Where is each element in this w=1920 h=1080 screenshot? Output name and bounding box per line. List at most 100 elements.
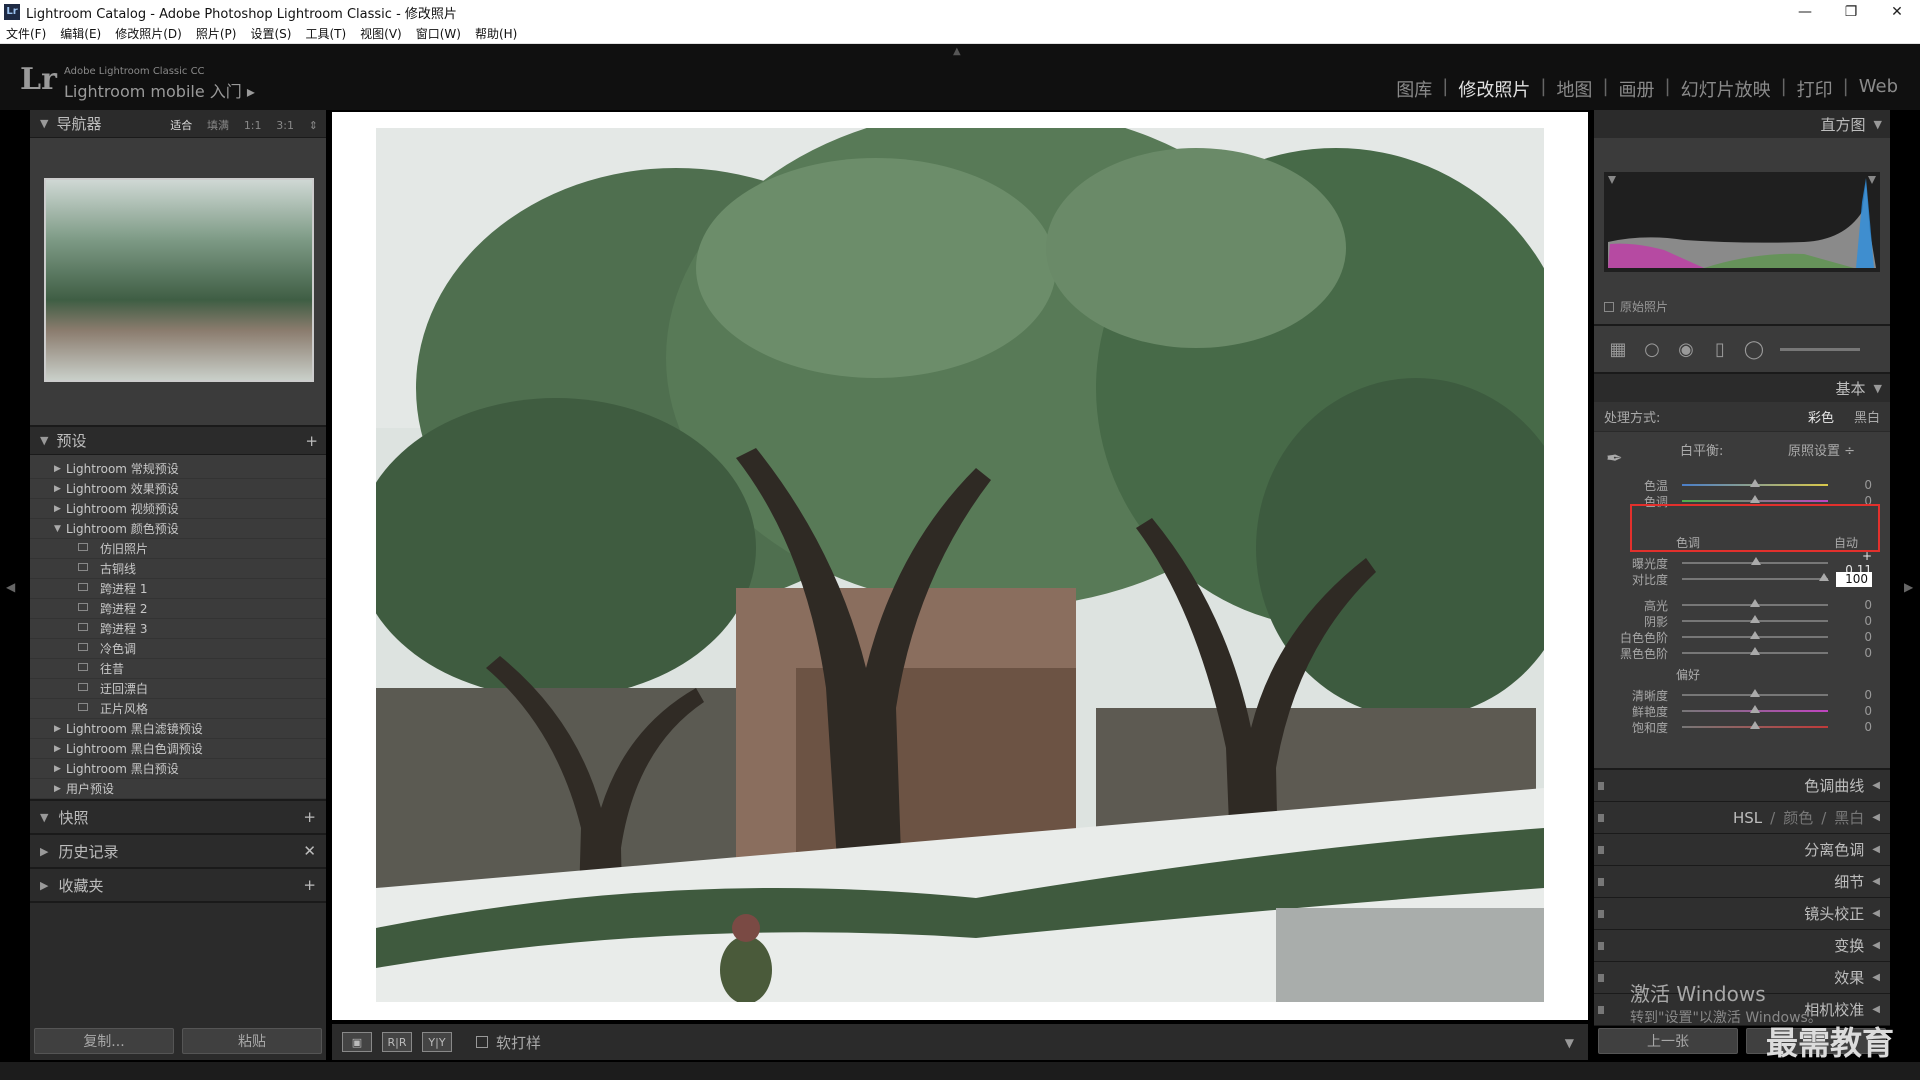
menu-photo[interactable]: 照片(P): [196, 25, 237, 42]
add-collection-icon[interactable]: +: [303, 876, 316, 894]
shadows-slider[interactable]: [1682, 615, 1828, 623]
preset-item[interactable]: 古铜线: [30, 559, 326, 579]
vibrance-slider[interactable]: [1682, 705, 1828, 713]
preset-file-icon[interactable]: [78, 603, 100, 614]
expand-triangle-icon[interactable]: ◀: [1872, 972, 1880, 983]
copy-settings-button[interactable]: 复制...: [34, 1028, 174, 1054]
expand-triangle-icon[interactable]: ◀: [1872, 1004, 1880, 1015]
collapsed-triangle-icon[interactable]: ▶: [54, 504, 66, 514]
history-header[interactable]: ▶ 历史记录 ✕: [30, 835, 326, 869]
expand-triangle-icon[interactable]: ▶: [40, 845, 48, 858]
collapse-triangle-icon[interactable]: ▼: [1874, 118, 1882, 131]
menu-settings[interactable]: 设置(S): [250, 25, 291, 42]
original-photo-checkbox[interactable]: [1604, 301, 1614, 312]
collections-header[interactable]: ▶ 收藏夹 +: [30, 869, 326, 903]
paste-settings-button[interactable]: 粘贴: [182, 1028, 322, 1054]
minimize-icon[interactable]: —: [1782, 0, 1828, 24]
collapsed-triangle-icon[interactable]: ▶: [54, 464, 66, 474]
loupe-view-button[interactable]: ▣: [342, 1032, 372, 1052]
panel-switch-icon[interactable]: [1598, 877, 1604, 886]
exposure-slider-thumb[interactable]: [1751, 557, 1762, 565]
restore-icon[interactable]: ❐: [1828, 0, 1874, 24]
split-toning-header[interactable]: 分离色调 ◀: [1594, 834, 1890, 866]
module-library[interactable]: 图库: [1386, 76, 1442, 102]
soft-proof-checkbox[interactable]: [476, 1036, 488, 1048]
panel-switch-icon[interactable]: [1598, 813, 1604, 822]
menu-edit[interactable]: 编辑(E): [60, 25, 101, 42]
preset-folder[interactable]: ▼ Lightroom 颜色预设: [30, 519, 326, 539]
lens-corrections-header[interactable]: 镜头校正 ◀: [1594, 898, 1890, 930]
detail-header[interactable]: 细节 ◀: [1594, 866, 1890, 898]
histogram-chart[interactable]: [1604, 172, 1880, 272]
expand-triangle-icon[interactable]: ◀: [1872, 844, 1880, 855]
preset-item[interactable]: 仿旧照片: [30, 539, 326, 559]
expand-triangle-icon[interactable]: ▶: [40, 879, 48, 892]
tint-slider-thumb[interactable]: [1750, 495, 1760, 503]
close-icon[interactable]: ✕: [1874, 0, 1920, 24]
exposure-slider[interactable]: [1682, 557, 1828, 565]
preset-folder[interactable]: ▶ 用户预设: [30, 779, 326, 799]
preset-folder[interactable]: ▶ Lightroom 效果预设: [30, 479, 326, 499]
module-web[interactable]: Web: [1849, 76, 1908, 102]
graduated-filter-icon[interactable]: ▯: [1708, 337, 1732, 361]
filmstrip-collapsed-bar[interactable]: [0, 1062, 1920, 1080]
expand-triangle-icon[interactable]: ◀: [1872, 780, 1880, 791]
zoom-fill[interactable]: 填满: [207, 119, 229, 132]
left-panel-toggle-icon[interactable]: ◀: [6, 580, 15, 594]
panel-switch-icon[interactable]: [1598, 1005, 1604, 1014]
clarity-slider-thumb[interactable]: [1750, 689, 1760, 697]
preset-folder[interactable]: ▶ Lightroom 黑白色调预设: [30, 739, 326, 759]
zoom-1-1[interactable]: 1:1: [244, 119, 262, 132]
module-slideshow[interactable]: 幻灯片放映: [1671, 76, 1781, 102]
collapsed-triangle-icon[interactable]: ▶: [54, 784, 66, 794]
preset-file-icon[interactable]: [78, 663, 100, 674]
presets-header[interactable]: ▼ 预设 +: [30, 427, 326, 455]
preset-file-icon[interactable]: [78, 563, 100, 574]
transform-header[interactable]: 变换 ◀: [1594, 930, 1890, 962]
collapse-triangle-icon[interactable]: ▼: [40, 811, 48, 824]
snapshots-header[interactable]: ▼ 快照 +: [30, 801, 326, 835]
zoom-fit[interactable]: 适合: [170, 119, 192, 132]
collapse-top-panel-icon[interactable]: ▲: [953, 46, 961, 57]
menu-view[interactable]: 视图(V): [360, 25, 402, 42]
module-map[interactable]: 地图: [1546, 76, 1602, 102]
highlights-slider[interactable]: [1682, 599, 1828, 607]
preset-file-icon[interactable]: [78, 683, 100, 694]
blacks-slider-thumb[interactable]: [1750, 647, 1760, 655]
contrast-value[interactable]: 100: [1836, 571, 1872, 587]
collapsed-triangle-icon[interactable]: ▶: [54, 484, 66, 494]
toolbar-options-dropdown-icon[interactable]: ▼: [1565, 1036, 1574, 1050]
bw-tab[interactable]: 黑白: [1834, 807, 1864, 828]
clarity-slider[interactable]: [1682, 689, 1828, 697]
saturation-slider[interactable]: [1682, 721, 1828, 729]
preset-file-icon[interactable]: [78, 623, 100, 634]
contrast-slider-thumb[interactable]: [1818, 573, 1829, 581]
color-tab[interactable]: 颜色: [1783, 807, 1813, 828]
adjustment-brush-slider[interactable]: [1780, 347, 1860, 351]
expand-triangle-icon[interactable]: ◀: [1872, 908, 1880, 919]
preset-item[interactable]: 跨进程 3: [30, 619, 326, 639]
clear-history-icon[interactable]: ✕: [303, 842, 316, 860]
crop-overlay-icon[interactable]: ▦: [1606, 337, 1630, 361]
temp-slider[interactable]: [1682, 479, 1828, 487]
preset-item[interactable]: 迂回漂白: [30, 679, 326, 699]
preset-item[interactable]: 跨进程 2: [30, 599, 326, 619]
right-panel-toggle-icon[interactable]: ▶: [1904, 580, 1913, 594]
preset-item[interactable]: 跨进程 1: [30, 579, 326, 599]
menu-tools[interactable]: 工具(T): [305, 25, 346, 42]
panel-switch-icon[interactable]: [1598, 941, 1604, 950]
navigator-header[interactable]: ▼ 导航器 适合 填满 1:1 3:1 ⇕: [30, 110, 326, 138]
menu-window[interactable]: 窗口(W): [416, 25, 461, 42]
preset-file-icon[interactable]: [78, 583, 100, 594]
panel-switch-icon[interactable]: [1598, 845, 1604, 854]
radial-filter-icon[interactable]: ◯: [1742, 337, 1766, 361]
image-canvas[interactable]: [332, 112, 1588, 1020]
vibrance-slider-thumb[interactable]: [1750, 705, 1760, 713]
preset-folder[interactable]: ▶ Lightroom 黑白预设: [30, 759, 326, 779]
histogram-header[interactable]: 直方图 ▼: [1594, 110, 1890, 138]
collapse-triangle-icon[interactable]: ▼: [40, 117, 48, 130]
previous-button[interactable]: 上一张: [1598, 1028, 1738, 1054]
preset-folder[interactable]: ▶ Lightroom 视频预设: [30, 499, 326, 519]
collapsed-triangle-icon[interactable]: ▶: [54, 724, 66, 734]
collapsed-triangle-icon[interactable]: ▶: [54, 764, 66, 774]
